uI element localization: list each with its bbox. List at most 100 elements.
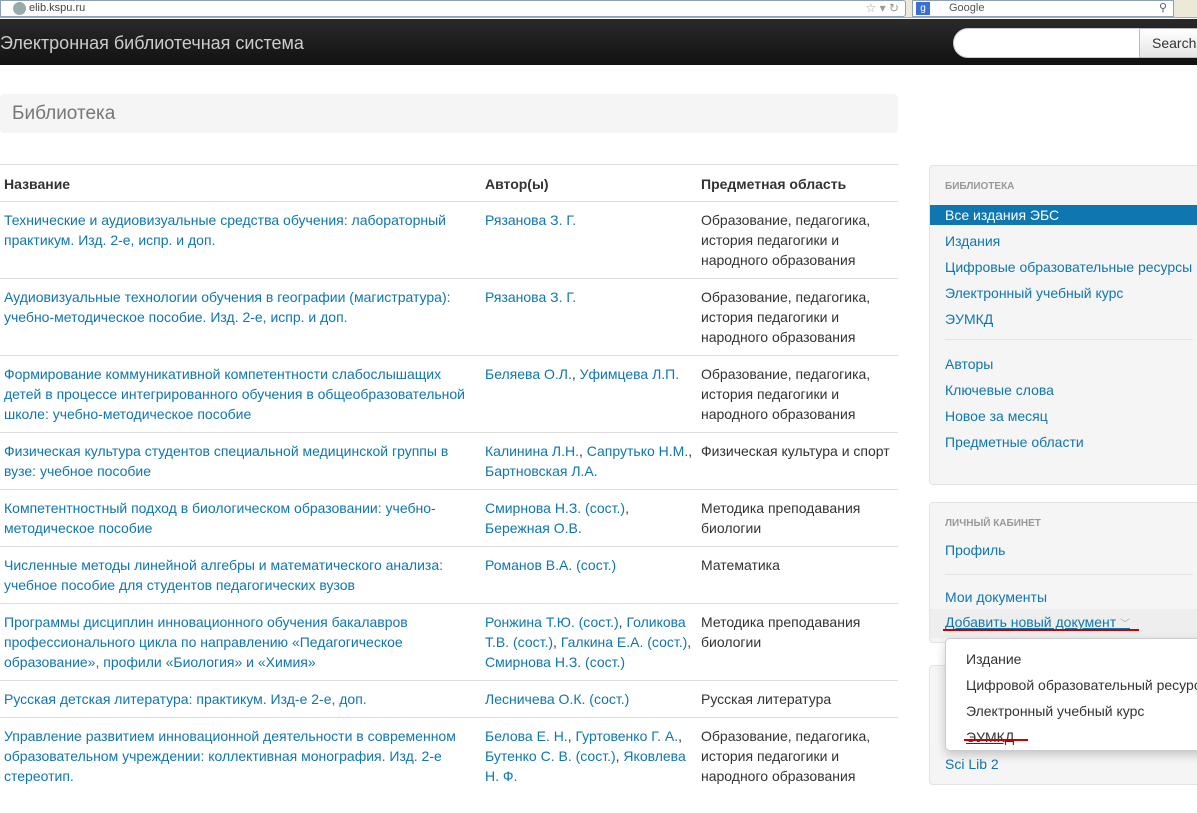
bookmark-star-icon[interactable]: ☆ ▾ ↻ <box>865 1 899 16</box>
sidebar-item[interactable]: Цифровые образовательные ресурсы <box>930 257 1197 277</box>
publication-link[interactable]: Программы дисциплин инновационного обуче… <box>4 614 408 670</box>
cell-title: Компетентностный подход в биологическом … <box>0 489 481 547</box>
cell-title: Технические и аудиовизуальные средства о… <box>0 201 481 279</box>
table-row: Русская детская литература: практикум. И… <box>0 680 898 718</box>
sidebar-item[interactable]: Предметные области <box>930 432 1197 452</box>
menu-item-course[interactable]: Электронный учебный курс <box>946 698 1197 724</box>
cell-title: Программы дисциплин инновационного обуче… <box>0 603 481 681</box>
cell-subject: Образование, педагогика, история педагог… <box>697 201 898 279</box>
author-link[interactable]: Бережная О.В. <box>485 520 582 536</box>
cell-title: Русская детская литература: практикум. И… <box>0 680 481 718</box>
brand[interactable]: Электронная библиотечная система <box>0 33 304 54</box>
publication-link[interactable]: Русская детская литература: практикум. И… <box>4 691 367 707</box>
cell-authors: Ронжина Т.Ю. (сост.), Голикова Т.В. (сос… <box>481 603 697 681</box>
cell-authors: Рязанова З. Г. <box>481 201 697 279</box>
author-link[interactable]: Белова Е. Н. <box>485 728 568 744</box>
table-row: Управление развитием инновационной деяте… <box>0 717 898 794</box>
column-header-title[interactable]: Название <box>0 164 481 202</box>
profile-link[interactable]: Профиль <box>930 540 1197 560</box>
cell-authors: Беляева О.Л., Уфимцева Л.П. <box>481 355 697 433</box>
panel-header: Личный кабинет <box>945 518 1041 529</box>
sidebar-item[interactable]: Электронный учебный курс <box>930 283 1197 303</box>
cell-authors: Лесничева О.К. (сост.) <box>481 680 697 718</box>
navbar: Электронная библиотечная система Search <box>0 19 1197 65</box>
cell-title: Аудиовизуальные технологии обучения в ге… <box>0 278 481 356</box>
address-bar[interactable]: elib.kspu.ru ☆ ▾ ↻ <box>0 0 906 17</box>
divider <box>945 574 1193 575</box>
sidebar-item[interactable]: Все издания ЭБС <box>930 205 1197 225</box>
author-link[interactable]: Уфимцева Л.П. <box>580 366 680 382</box>
author-link[interactable]: Рязанова З. Г. <box>485 289 576 305</box>
cell-subject: Образование, педагогика, история педагог… <box>697 355 898 433</box>
publication-link[interactable]: Физическая культура студентов специально… <box>4 443 448 479</box>
author-link[interactable]: Романов В.А. (сост.) <box>485 557 616 573</box>
search-button[interactable]: Search <box>1139 28 1197 58</box>
sidebar-item[interactable]: Издания <box>930 231 1197 251</box>
library-panel: Библиотека Все издания ЭБС Издания Цифровы… <box>929 165 1197 485</box>
author-link[interactable]: Смирнова Н.З. (сост.) <box>485 500 625 516</box>
author-link[interactable]: Ронжина Т.Ю. (сост.) <box>485 614 619 630</box>
table-row: Программы дисциплин инновационного обуче… <box>0 603 898 681</box>
cell-title: Формирование коммуникативной компетентно… <box>0 355 481 433</box>
cell-authors: Смирнова Н.З. (сост.), Бережная О.В. <box>481 489 697 547</box>
google-icon: g <box>916 2 930 15</box>
table-row: Формирование коммуникативной компетентно… <box>0 355 898 433</box>
add-document-menu: Издание Цифровой образовательный ресурс … <box>945 638 1197 751</box>
cell-subject: Методика преподавания биологии <box>697 489 898 547</box>
author-link[interactable]: Галкина Е.А. (сост.) <box>561 634 687 650</box>
my-documents-link[interactable]: Мои документы <box>930 587 1197 607</box>
cell-subject: Методика преподавания биологии <box>697 603 898 681</box>
cell-subject: Русская литература <box>697 680 898 718</box>
sidebar-item[interactable]: Авторы <box>930 354 1197 374</box>
annotation-underline <box>943 629 1139 631</box>
column-header-authors[interactable]: Автор(ы) <box>481 164 697 202</box>
add-document-label: Добавить новый документ <box>945 614 1117 630</box>
divider <box>945 339 1193 340</box>
page-title: Библиотека <box>0 94 898 133</box>
cell-subject: Математика <box>697 546 898 604</box>
author-link[interactable]: Смирнова Н.З. (сост.) <box>485 654 625 670</box>
publication-link[interactable]: Формирование коммуникативной компетентно… <box>4 366 465 422</box>
author-link[interactable]: Бартновская Л.А. <box>485 463 598 479</box>
author-link[interactable]: Калинина Л.Н. <box>485 443 579 459</box>
scilib-link[interactable]: Sci Lib 2 <box>930 754 1014 774</box>
table-row: Компетентностный подход в биологическом … <box>0 489 898 547</box>
magnifier-icon[interactable]: ⚲ <box>1159 1 1167 16</box>
cell-subject: Физическая культура и спорт <box>697 432 898 490</box>
column-header-subject[interactable]: Предметная область <box>697 164 898 202</box>
cell-title: Численные методы линейной алгебры и мате… <box>0 546 481 604</box>
menu-item-digital-resource[interactable]: Цифровой образовательный ресурс <box>946 672 1197 698</box>
publications-table: Название Автор(ы) Предметная область Тех… <box>0 164 898 794</box>
author-link[interactable]: Гуртовенко Г. А. <box>575 728 678 744</box>
cell-subject: Образование, педагогика, история педагог… <box>697 278 898 356</box>
annotation-underline <box>964 739 1028 741</box>
table-row: Аудиовизуальные технологии обучения в ге… <box>0 278 898 356</box>
publication-link[interactable]: Численные методы линейной алгебры и мате… <box>4 557 443 593</box>
cell-subject: Образование, педагогика, история педагог… <box>697 717 898 794</box>
menu-item-publication[interactable]: Издание <box>946 646 1197 672</box>
author-link[interactable]: Беляева О.Л. <box>485 366 572 382</box>
cell-title: Физическая культура студентов специально… <box>0 432 481 490</box>
publication-link[interactable]: Управление развитием инновационной деяте… <box>4 728 456 784</box>
table-row: Численные методы линейной алгебры и мате… <box>0 546 898 604</box>
publication-link[interactable]: Аудиовизуальные технологии обучения в ге… <box>4 289 451 325</box>
browser-search-box[interactable]: g Google ⚲ <box>912 0 1174 17</box>
author-link[interactable]: Рязанова З. Г. <box>485 212 576 228</box>
search-engine-label: Google <box>949 2 985 14</box>
author-link[interactable]: Бутенко С. В. (сост.) <box>485 748 616 764</box>
add-document-dropdown[interactable]: Добавить новый документ ﹀ <box>930 609 1197 638</box>
menu-item-eumkd[interactable]: ЭУМКД <box>946 724 1197 750</box>
browser-toolbar: elib.kspu.ru ☆ ▾ ↻ g Google ⚲ <box>0 0 1197 18</box>
cell-title: Управление развитием инновационной деяте… <box>0 717 481 794</box>
sidebar-item[interactable]: ЭУМКД <box>930 309 1197 329</box>
sidebar-item[interactable]: Ключевые слова <box>930 380 1197 400</box>
search-input[interactable] <box>953 28 1141 58</box>
author-link[interactable]: Сапрутько Н.М. <box>587 443 688 459</box>
globe-icon <box>13 2 26 15</box>
panel-header: Библиотека <box>945 181 1015 192</box>
cabinet-panel: Личный кабинет Профиль Мои документы Доб… <box>929 502 1197 643</box>
sidebar-item[interactable]: Новое за месяц <box>930 406 1197 426</box>
publication-link[interactable]: Компетентностный подход в биологическом … <box>4 500 436 536</box>
author-link[interactable]: Лесничева О.К. (сост.) <box>485 691 629 707</box>
publication-link[interactable]: Технические и аудиовизуальные средства о… <box>4 212 446 248</box>
